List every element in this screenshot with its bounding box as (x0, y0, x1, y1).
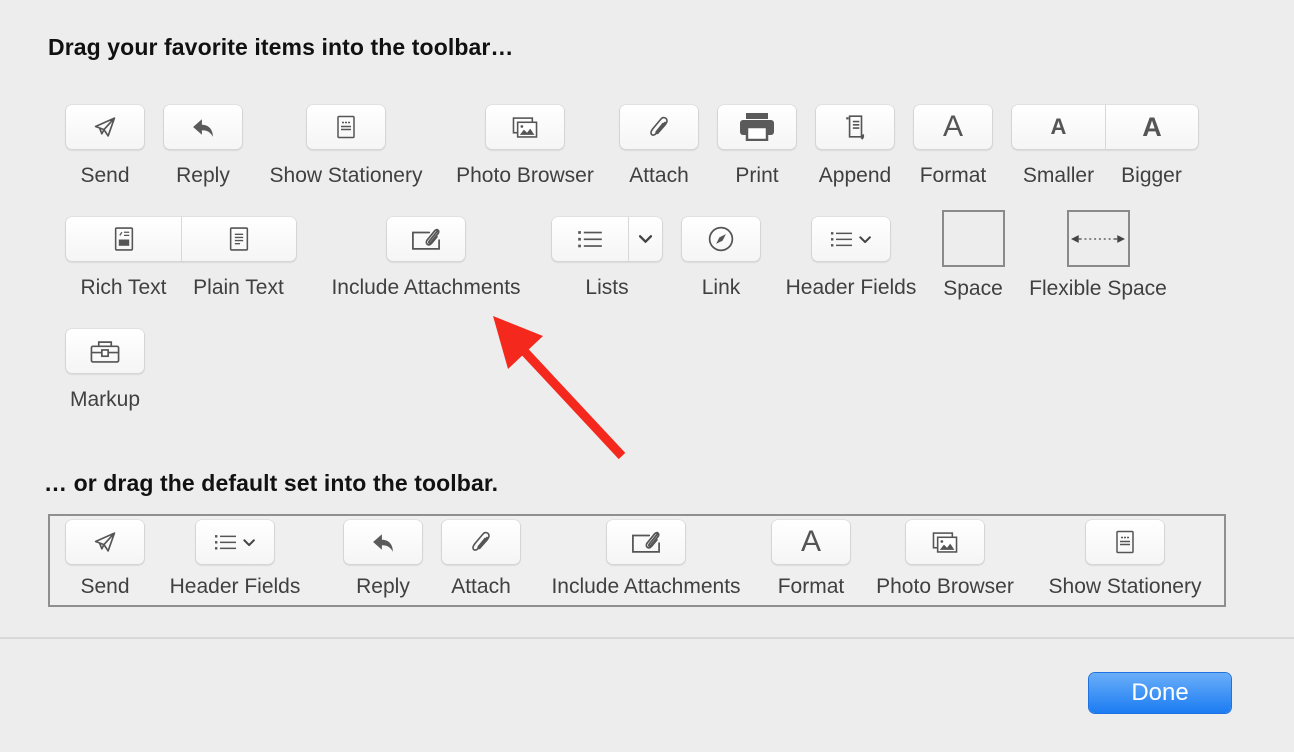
toolbar-item-flexible-space[interactable]: Flexible Space (1023, 210, 1173, 301)
include-attachment-icon (632, 531, 660, 553)
bigger-label: Bigger (1121, 164, 1182, 187)
default-set-toolbar[interactable]: Send Header Fields Reply Attach Include … (48, 514, 1226, 607)
header-fields-icon (831, 231, 871, 247)
item-label: Append (818, 164, 892, 187)
item-label: Markup (69, 388, 141, 411)
item-label: Link (701, 276, 741, 299)
toolbar-item-lists[interactable]: Lists (552, 217, 662, 300)
item-label: Send (80, 575, 130, 598)
item-label: Reply (356, 575, 410, 598)
stationery-icon (1116, 530, 1134, 554)
plain-text-button[interactable] (181, 217, 296, 261)
toolbar-item-attach[interactable]: Attach (620, 105, 698, 188)
toolbox-icon (90, 341, 120, 363)
item-label: Attach (629, 164, 689, 187)
toolbar-item-photo-browser[interactable]: Photo Browser (449, 105, 601, 188)
paperclip-icon (472, 531, 490, 551)
reply-arrow-icon (373, 534, 393, 552)
reply-arrow-icon (193, 119, 213, 137)
double-arrow-icon (1071, 234, 1125, 243)
default-item-include-attachments: Include Attachments (538, 520, 754, 599)
toolbar-item-append[interactable]: Append (816, 105, 894, 188)
smaller-button[interactable]: A (1012, 105, 1105, 149)
lists-control (552, 217, 662, 261)
default-item-header-fields: Header Fields (162, 520, 308, 599)
chevron-down-icon (639, 235, 652, 243)
default-item-show-stationery: Show Stationery (1040, 520, 1210, 599)
rich-text-doc-icon (114, 227, 133, 251)
photos-icon (512, 117, 538, 138)
format-a-icon: A (800, 525, 821, 558)
toolbar-item-include-attachments[interactable]: Include Attachments (318, 217, 534, 300)
font-size-segmented-control: A A (1012, 105, 1198, 149)
item-label: Reply (176, 164, 230, 187)
toolbar-item-send[interactable]: Send (66, 105, 144, 188)
default-item-photo-browser: Photo Browser (868, 520, 1022, 599)
item-label: Header Fields (169, 575, 301, 598)
lists-button[interactable] (552, 217, 628, 261)
plain-text-label: Plain Text (193, 276, 284, 299)
toolbar-item-reply[interactable]: Reply (164, 105, 242, 188)
toolbar-item-font-size: A A Smaller Bigger (1012, 105, 1198, 188)
plain-text-doc-icon (229, 227, 249, 251)
toolbar-item-link[interactable]: Link (682, 217, 760, 300)
compass-icon (708, 226, 734, 252)
toolbar-item-format[interactable]: A Format (914, 105, 992, 188)
space-placeholder (941, 210, 1005, 267)
format-a-icon: A (942, 110, 963, 143)
default-item-send: Send (66, 520, 144, 599)
item-label: Format (777, 575, 845, 598)
rich-text-label: Rich Text (80, 276, 167, 299)
item-label: Send (80, 164, 130, 187)
item-label: Print (735, 164, 779, 187)
flexible-space-placeholder (1066, 210, 1130, 267)
include-attachment-icon (412, 228, 440, 250)
lists-dropdown-button[interactable] (628, 217, 662, 261)
default-item-format: A Format (772, 520, 850, 599)
item-label: Attach (451, 575, 511, 598)
smaller-label: Smaller (1022, 164, 1095, 187)
item-label: Include Attachments (331, 276, 521, 299)
default-set-heading: … or drag the default set into the toolb… (44, 470, 499, 496)
toolbar-item-header-fields[interactable]: Header Fields (778, 217, 924, 300)
bigger-font-icon: A (1142, 111, 1162, 142)
paper-plane-icon (94, 532, 116, 552)
stationery-icon (337, 115, 355, 139)
paper-plane-icon (94, 117, 116, 137)
photos-icon (932, 532, 958, 553)
text-format-segmented-control (66, 217, 296, 261)
toolbar-item-print[interactable]: Print (718, 105, 796, 188)
toolbar-item-space[interactable]: Space (940, 210, 1006, 301)
item-label: Show Stationery (269, 164, 423, 187)
item-label: Photo Browser (456, 164, 594, 187)
bullet-list-icon (578, 231, 602, 248)
toolbar-item-text-format: Rich Text Plain Text (66, 217, 296, 300)
toolbar-item-markup[interactable]: Markup (66, 329, 144, 412)
item-label: Include Attachments (551, 575, 741, 598)
toolbar-item-show-stationery[interactable]: Show Stationery (261, 105, 431, 188)
paperclip-icon (650, 116, 668, 136)
item-label: Header Fields (785, 276, 917, 299)
item-label: Photo Browser (876, 575, 1014, 598)
rich-text-button[interactable] (66, 217, 181, 261)
default-item-attach: Attach (442, 520, 520, 599)
done-button[interactable]: Done (1089, 673, 1231, 713)
item-label: Flexible Space (1029, 277, 1167, 300)
footer-divider (0, 637, 1294, 639)
default-item-reply: Reply (344, 520, 422, 599)
header-fields-icon (215, 534, 255, 550)
append-icon (846, 114, 865, 140)
printer-icon (740, 113, 774, 141)
smaller-font-icon: A (1050, 114, 1067, 139)
item-label: Show Stationery (1048, 575, 1202, 598)
favorites-heading: Drag your favorite items into the toolba… (48, 34, 514, 60)
item-label: Space (943, 277, 1003, 300)
item-label: Lists (585, 276, 629, 299)
item-label: Format (919, 164, 987, 187)
bigger-button[interactable]: A (1105, 105, 1198, 149)
